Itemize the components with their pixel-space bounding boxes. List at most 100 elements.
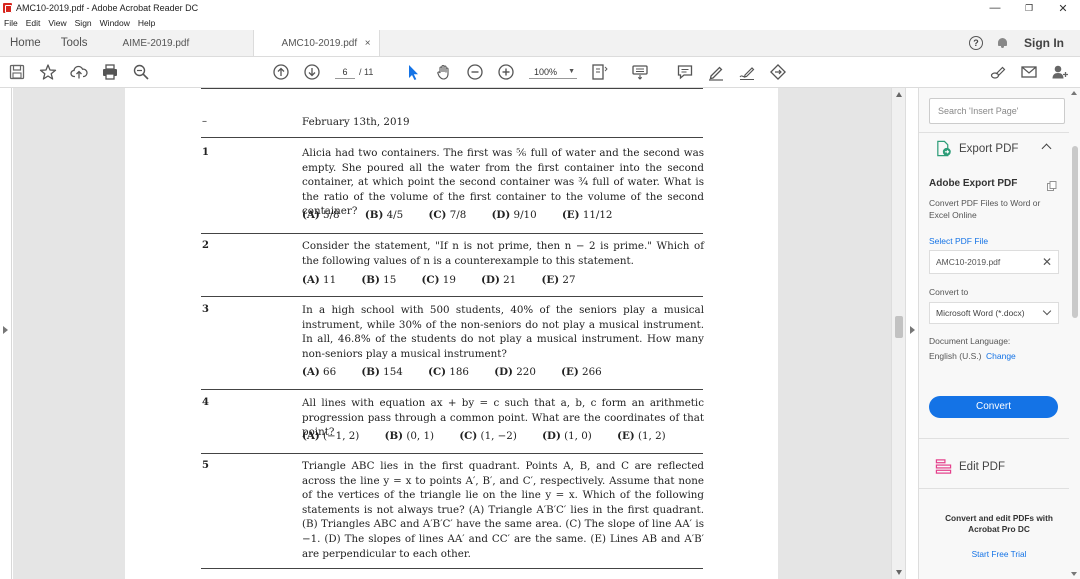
- highlight-pen-icon[interactable]: [707, 63, 725, 81]
- choice-label: (C): [421, 274, 440, 286]
- choice-label: (B): [364, 209, 384, 221]
- menu-sign[interactable]: Sign: [75, 16, 92, 30]
- choice-value: 5/8: [323, 209, 340, 221]
- keyboard-tool-icon[interactable]: [631, 63, 649, 81]
- copy-icon[interactable]: [1047, 178, 1057, 191]
- header-dash: –: [202, 116, 207, 127]
- menu-file[interactable]: File: [4, 16, 18, 30]
- answer-choices: (A) 5/8 (B) 4/5 (C) 7/8 (D) 9/10 (E) 11/…: [302, 209, 635, 221]
- hand-tool-icon[interactable]: [435, 63, 453, 81]
- scroll-up-icon[interactable]: [1071, 91, 1077, 95]
- right-panel-toggle[interactable]: [905, 88, 919, 579]
- choice-value: (−1, 2): [323, 430, 360, 442]
- save-icon[interactable]: [8, 63, 26, 81]
- edit-pdf-header[interactable]: Edit PDF: [935, 458, 1005, 475]
- chevron-down-icon: ▼: [568, 68, 575, 75]
- select-pdf-link[interactable]: Select PDF File: [929, 236, 988, 246]
- choice-label: (E): [561, 209, 580, 221]
- notification-bell-icon[interactable]: [997, 37, 1008, 49]
- add-user-icon[interactable]: [1051, 63, 1069, 81]
- fit-page-icon[interactable]: [590, 63, 608, 81]
- answer-choices: (A) (−1, 2) (B) (0, 1) (C) (1, −2) (D) (…: [302, 430, 688, 442]
- scroll-thumb[interactable]: [895, 316, 903, 338]
- previous-page-icon[interactable]: [272, 63, 290, 81]
- page-number-input[interactable]: 6: [335, 65, 355, 79]
- convert-format-select[interactable]: Microsoft Word (*.docx): [929, 302, 1059, 324]
- expand-left-icon: [3, 326, 8, 334]
- sign-in-button[interactable]: Sign In: [1024, 36, 1064, 50]
- choice-label: (A): [302, 430, 320, 442]
- comment-icon[interactable]: [676, 63, 694, 81]
- home-link[interactable]: Home: [0, 30, 51, 56]
- collapse-right-icon: [910, 326, 915, 334]
- export-pdf-header[interactable]: Export PDF: [935, 140, 1018, 157]
- restore-button[interactable]: ❐: [1012, 0, 1046, 16]
- email-icon[interactable]: [1020, 63, 1038, 81]
- menu-view[interactable]: View: [48, 16, 66, 30]
- tab-amc10-2019[interactable]: AMC10-2019.pdf ×: [252, 30, 380, 57]
- tab-aime-2019[interactable]: AIME-2019.pdf: [111, 30, 226, 56]
- choice-value: 19: [442, 274, 456, 286]
- scroll-down-icon[interactable]: [1071, 572, 1077, 576]
- scroll-up-icon[interactable]: [896, 92, 902, 97]
- menu-edit[interactable]: Edit: [26, 16, 41, 30]
- zoom-search-icon[interactable]: [132, 63, 150, 81]
- sign-pen-icon[interactable]: [738, 63, 756, 81]
- free-trial-link[interactable]: Start Free Trial: [929, 549, 1069, 559]
- bookmark-star-icon[interactable]: [39, 63, 57, 81]
- convert-button[interactable]: Convert: [929, 396, 1058, 418]
- pdf-page: – February 13th, 2019 1 Alicia had two c…: [125, 88, 778, 579]
- rule-line: [201, 137, 703, 138]
- remove-file-icon[interactable]: ✕: [1042, 251, 1052, 273]
- left-panel-toggle[interactable]: [0, 88, 12, 579]
- cloud-upload-icon[interactable]: [70, 63, 88, 81]
- upgrade-promo: Convert and edit PDFs with Acrobat Pro D…: [945, 513, 1053, 534]
- minimize-button[interactable]: —: [978, 0, 1012, 16]
- choice-label: (C): [459, 430, 478, 442]
- choice-label: (E): [617, 430, 635, 442]
- choice-label: (D): [481, 274, 500, 286]
- document-scrollbar[interactable]: [891, 88, 905, 579]
- scroll-down-icon[interactable]: [896, 570, 902, 575]
- chevron-up-icon[interactable]: [1041, 143, 1052, 154]
- tools-search-input[interactable]: Search 'Insert Page': [929, 98, 1065, 124]
- select-cursor-icon[interactable]: [404, 63, 422, 81]
- question-text: Triangle ABC lies in the first quadrant.…: [302, 460, 704, 560]
- question-number: 4: [202, 397, 209, 408]
- title-bar: AMC10-2019.pdf - Adobe Acrobat Reader DC…: [0, 0, 1080, 16]
- export-title: Adobe Export PDF: [929, 178, 1018, 189]
- close-window-button[interactable]: ✕: [1046, 0, 1080, 16]
- chevron-down-icon: [1042, 306, 1052, 316]
- share-send-icon[interactable]: [769, 63, 787, 81]
- help-icon[interactable]: ?: [969, 36, 983, 50]
- choice-value: (1, 0): [564, 430, 592, 442]
- tab-label: AMC10-2019.pdf: [281, 38, 358, 49]
- choice-value: 154: [383, 366, 403, 378]
- export-pdf-label: Export PDF: [959, 142, 1019, 155]
- tab-label: AIME-2019.pdf: [122, 38, 190, 49]
- zoom-level-select[interactable]: 100% ▼: [529, 65, 577, 79]
- menu-bar: File Edit View Sign Window Help: [0, 16, 1080, 30]
- tools-link[interactable]: Tools: [51, 30, 98, 56]
- change-language-link[interactable]: Change: [986, 351, 1016, 361]
- next-page-icon[interactable]: [303, 63, 321, 81]
- choice-value: 7/8: [449, 209, 467, 221]
- print-icon[interactable]: [101, 63, 119, 81]
- link-pen-icon[interactable]: [989, 63, 1007, 81]
- close-tab-icon[interactable]: ×: [365, 30, 371, 57]
- zoom-out-icon[interactable]: [466, 63, 484, 81]
- choice-label: (C): [428, 209, 447, 221]
- menu-window[interactable]: Window: [100, 16, 130, 30]
- tab-row: Home Tools AIME-2019.pdf AMC10-2019.pdf …: [0, 30, 1080, 57]
- question-text: Consider the statement, "If n is not pri…: [302, 240, 704, 267]
- rule-line: [201, 233, 703, 234]
- convert-format-value: Microsoft Word (*.docx): [936, 308, 1025, 318]
- zoom-in-icon[interactable]: [497, 63, 515, 81]
- menu-help[interactable]: Help: [138, 16, 155, 30]
- zoom-value: 100%: [534, 67, 558, 77]
- panel-scrollbar[interactable]: [1069, 88, 1080, 579]
- edit-pdf-icon: [935, 458, 952, 475]
- scroll-thumb[interactable]: [1072, 146, 1078, 318]
- edit-pdf-label: Edit PDF: [959, 460, 1006, 473]
- page-total: / 11: [359, 67, 374, 77]
